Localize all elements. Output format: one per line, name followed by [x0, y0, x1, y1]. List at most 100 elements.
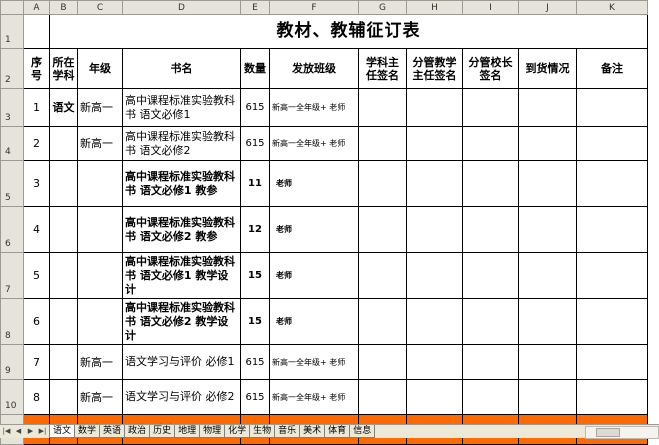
cell-empty[interactable]: [406, 379, 463, 415]
sheet-tab-it[interactable]: 信息: [349, 425, 376, 438]
cell-qty[interactable]: 11: [240, 160, 270, 207]
cell-qty[interactable]: 615: [240, 344, 270, 380]
sheet-tab-geography[interactable]: 地理: [174, 425, 201, 438]
cell-dist[interactable]: 老师: [269, 160, 359, 207]
column-header-d[interactable]: D: [122, 0, 241, 15]
cell-seq[interactable]: 4: [23, 206, 50, 253]
sheet-tab-math[interactable]: 数学: [74, 425, 101, 438]
cell-grade[interactable]: [77, 252, 123, 299]
cell-empty[interactable]: [462, 298, 519, 345]
cell-seq[interactable]: 1: [23, 88, 50, 127]
sheet-title[interactable]: 教材、教辅征订表: [49, 14, 648, 49]
cell-a1[interactable]: [23, 14, 50, 49]
cell-empty[interactable]: [406, 252, 463, 299]
cell-empty[interactable]: [462, 88, 519, 127]
header-qty[interactable]: 数量: [240, 48, 270, 89]
cell-seq[interactable]: 5: [23, 252, 50, 299]
sheet-tab-chinese[interactable]: 语文: [49, 425, 76, 438]
cell-subject[interactable]: [49, 344, 78, 380]
cell-subject[interactable]: [49, 126, 78, 161]
sheet-tab-biology[interactable]: 生物: [249, 425, 276, 438]
column-header-j[interactable]: J: [518, 0, 577, 15]
cell-empty[interactable]: [358, 298, 407, 345]
cell-empty[interactable]: [358, 160, 407, 207]
select-all-corner[interactable]: [0, 0, 24, 15]
cell-empty[interactable]: [358, 126, 407, 161]
cell-empty[interactable]: [406, 160, 463, 207]
sheet-tab-music[interactable]: 音乐: [274, 425, 301, 438]
row-header-3[interactable]: 3: [0, 88, 24, 127]
header-grade[interactable]: 年级: [77, 48, 123, 89]
cell-empty[interactable]: [518, 160, 577, 207]
cell-book[interactable]: 语文学习与评价 必修2: [122, 379, 241, 415]
column-header-a[interactable]: A: [23, 0, 50, 15]
cell-subject[interactable]: [49, 252, 78, 299]
cell-grade[interactable]: 新高一: [77, 126, 123, 161]
cell-empty[interactable]: [462, 160, 519, 207]
cell-dist[interactable]: 新高一全年级+ 老师: [269, 344, 359, 380]
row-header-8[interactable]: 8: [0, 298, 24, 345]
scrollbar-thumb[interactable]: [596, 428, 620, 437]
header-remark[interactable]: 备注: [576, 48, 648, 89]
cell-seq[interactable]: 3: [23, 160, 50, 207]
cell-empty[interactable]: [358, 344, 407, 380]
cell-dist[interactable]: 老师: [269, 298, 359, 345]
cell-empty[interactable]: [518, 298, 577, 345]
cell-empty[interactable]: [576, 160, 648, 207]
cell-empty[interactable]: [518, 126, 577, 161]
horizontal-scrollbar[interactable]: [585, 426, 659, 439]
cell-subject[interactable]: [49, 298, 78, 345]
column-header-f[interactable]: F: [269, 0, 359, 15]
cell-empty[interactable]: [576, 126, 648, 161]
header-arrival[interactable]: 到货情况: [518, 48, 577, 89]
cell-empty[interactable]: [576, 344, 648, 380]
cell-qty[interactable]: 615: [240, 88, 270, 127]
column-header-k[interactable]: K: [576, 0, 648, 15]
cell-grade[interactable]: 新高一: [77, 88, 123, 127]
cell-seq[interactable]: 2: [23, 126, 50, 161]
cell-empty[interactable]: [462, 252, 519, 299]
row-header-9[interactable]: 9: [0, 344, 24, 380]
cell-dist[interactable]: 新高一全年级+ 老师: [269, 379, 359, 415]
header-subject[interactable]: 所在学科: [49, 48, 78, 89]
cell-empty[interactable]: [406, 88, 463, 127]
cell-empty[interactable]: [358, 88, 407, 127]
cell-subject[interactable]: [49, 206, 78, 253]
cell-subject[interactable]: 语文: [49, 88, 78, 127]
cell-empty[interactable]: [576, 298, 648, 345]
row-header-5[interactable]: 5: [0, 160, 24, 207]
column-header-b[interactable]: B: [49, 0, 78, 15]
header-principal-sign[interactable]: 分管校长签名: [462, 48, 519, 89]
row-header-6[interactable]: 6: [0, 206, 24, 253]
column-header-i[interactable]: I: [462, 0, 519, 15]
cell-empty[interactable]: [358, 206, 407, 253]
cell-empty[interactable]: [518, 206, 577, 253]
row-header-10[interactable]: 10: [0, 379, 24, 415]
prev-sheet-icon[interactable]: ◀: [14, 426, 23, 437]
cell-grade[interactable]: 新高一: [77, 379, 123, 415]
column-header-e[interactable]: E: [240, 0, 270, 15]
cell-book[interactable]: 高中课程标准实验教科书 语文必修2 教学设计: [122, 298, 241, 345]
cell-dist[interactable]: 老师: [269, 252, 359, 299]
header-teaching-sign[interactable]: 分管教学主任签名: [406, 48, 463, 89]
cell-empty[interactable]: [462, 379, 519, 415]
cell-dist[interactable]: 新高一全年级+ 老师: [269, 88, 359, 127]
header-seq[interactable]: 序号: [23, 48, 50, 89]
cell-empty[interactable]: [358, 379, 407, 415]
sheet-tab-politics[interactable]: 政治: [124, 425, 151, 438]
cell-seq[interactable]: 7: [23, 344, 50, 380]
cell-dist[interactable]: 新高一全年级+ 老师: [269, 126, 359, 161]
column-header-h[interactable]: H: [406, 0, 463, 15]
cell-empty[interactable]: [406, 344, 463, 380]
column-header-c[interactable]: C: [77, 0, 123, 15]
cell-empty[interactable]: [518, 252, 577, 299]
cell-empty[interactable]: [518, 379, 577, 415]
row-header-4[interactable]: 4: [0, 126, 24, 161]
cell-book[interactable]: 高中课程标准实验教科书 语文必修1 教学设计: [122, 252, 241, 299]
cell-empty[interactable]: [406, 206, 463, 253]
sheet-tab-english[interactable]: 英语: [99, 425, 126, 438]
cell-seq[interactable]: 8: [23, 379, 50, 415]
cell-empty[interactable]: [518, 344, 577, 380]
sheet-tab-art[interactable]: 美术: [299, 425, 326, 438]
cell-empty[interactable]: [576, 252, 648, 299]
